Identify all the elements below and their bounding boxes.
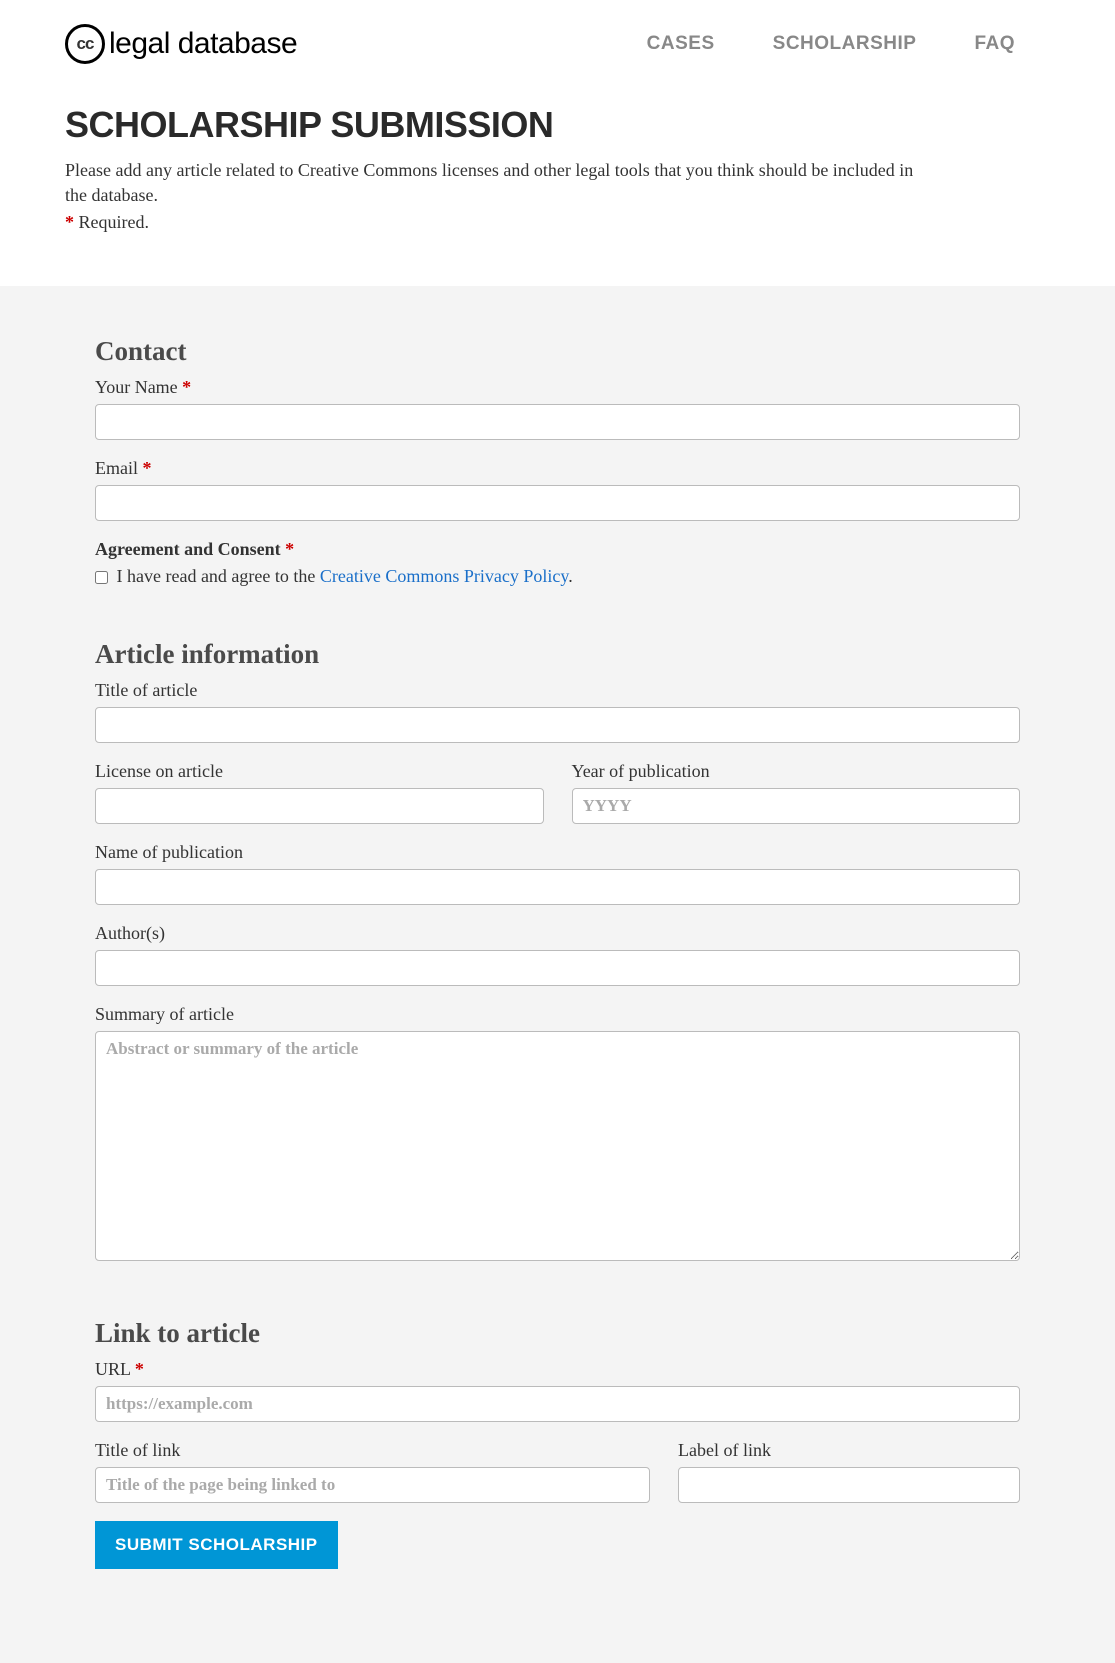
link-label-label: Label of link xyxy=(678,1440,1020,1461)
nav-scholarship[interactable]: SCHOLARSHIP xyxy=(773,33,917,55)
required-note: * Required. xyxy=(65,210,915,235)
cc-logo-icon: cc xyxy=(65,24,105,64)
consent-prefix: I have read and agree to the xyxy=(112,566,320,586)
authors-label: Author(s) xyxy=(95,923,1020,944)
license-input[interactable] xyxy=(95,788,544,824)
title-article-label: Title of article xyxy=(95,680,1020,701)
link-title-label: Title of link xyxy=(95,1440,650,1461)
logo-text: legal database xyxy=(109,27,297,61)
summary-textarea[interactable] xyxy=(95,1031,1020,1261)
privacy-policy-link[interactable]: Creative Commons Privacy Policy xyxy=(320,566,568,586)
page-title: SCHOLARSHIP SUBMISSION xyxy=(65,104,1050,146)
agreement-label: Agreement and Consent * xyxy=(95,539,1020,560)
publication-label: Name of publication xyxy=(95,842,1020,863)
email-input[interactable] xyxy=(95,485,1020,521)
submit-scholarship-button[interactable]: SUBMIT SCHOLARSHIP xyxy=(95,1521,338,1569)
article-heading: Article information xyxy=(95,639,319,670)
scholarship-form: Contact Your Name * Email * Agreement an… xyxy=(95,336,1020,1569)
required-star-icon: * xyxy=(65,212,74,232)
authors-input[interactable] xyxy=(95,950,1020,986)
page-intro: Please add any article related to Creati… xyxy=(65,158,915,208)
nav-cases[interactable]: CASES xyxy=(647,33,715,55)
license-label: License on article xyxy=(95,761,544,782)
consent-row: I have read and agree to the Creative Co… xyxy=(95,566,1020,587)
site-logo[interactable]: cc legal database xyxy=(65,24,297,64)
contact-heading: Contact xyxy=(95,336,186,367)
header: cc legal database CASES SCHOLARSHIP FAQ xyxy=(0,0,1115,74)
link-section: Link to article URL * Title of link Labe… xyxy=(95,1318,1020,1569)
required-text: Required. xyxy=(74,212,149,232)
year-label: Year of publication xyxy=(572,761,1021,782)
nav-faq[interactable]: FAQ xyxy=(974,33,1015,55)
consent-checkbox[interactable] xyxy=(95,571,108,584)
name-label: Your Name * xyxy=(95,377,1020,398)
contact-section: Contact Your Name * Email * Agreement an… xyxy=(95,336,1020,605)
email-label: Email * xyxy=(95,458,1020,479)
url-input[interactable] xyxy=(95,1386,1020,1422)
main-nav: CASES SCHOLARSHIP FAQ xyxy=(647,33,1015,55)
name-input[interactable] xyxy=(95,404,1020,440)
title-article-input[interactable] xyxy=(95,707,1020,743)
article-section: Article information Title of article Lic… xyxy=(95,639,1020,1284)
link-heading: Link to article xyxy=(95,1318,260,1349)
year-input[interactable] xyxy=(572,788,1021,824)
consent-suffix: . xyxy=(568,566,573,586)
summary-label: Summary of article xyxy=(95,1004,1020,1025)
publication-input[interactable] xyxy=(95,869,1020,905)
url-label: URL * xyxy=(95,1359,1020,1380)
